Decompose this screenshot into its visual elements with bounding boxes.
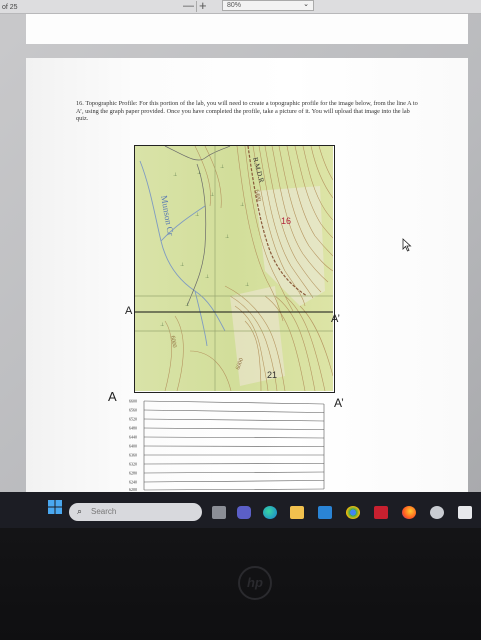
- graph-label-a: A: [108, 389, 117, 404]
- search-placeholder: Search: [91, 507, 117, 516]
- svg-text:⊥: ⊥: [205, 274, 209, 280]
- elevation-tick: 6480: [129, 426, 137, 431]
- page-count-label: of 25: [2, 4, 18, 11]
- line-point-a: A: [125, 305, 133, 317]
- section-21-label: 21: [267, 370, 277, 380]
- zoom-select[interactable]: 80% ⌄: [222, 0, 314, 11]
- windows-start-icon[interactable]: [48, 500, 62, 514]
- svg-text:⊥: ⊥: [225, 234, 229, 240]
- previous-page: [26, 14, 468, 44]
- toolbar-divider: [196, 1, 197, 12]
- chevron-down-icon: ⌄: [303, 1, 309, 8]
- firefox-icon[interactable]: [402, 506, 416, 519]
- elevation-tick: 6600: [129, 399, 137, 404]
- steam-icon[interactable]: [430, 506, 444, 519]
- elevation-tick: 6520: [129, 417, 137, 422]
- search-icon: ⌕: [77, 506, 83, 516]
- svg-text:⊥: ⊥: [195, 212, 199, 218]
- hp-logo: hp: [238, 566, 272, 600]
- svg-text:⊥: ⊥: [173, 172, 177, 178]
- monitor-icon[interactable]: [318, 506, 332, 519]
- task-view-icon[interactable]: [212, 506, 226, 519]
- pdf-viewer-window: of 25 — + 80% ⌄ 16. Topographic Profile:…: [0, 0, 481, 492]
- elevation-tick: 6320: [129, 462, 137, 467]
- line-point-a-prime: A’: [331, 313, 340, 325]
- elevation-tick: 6240: [129, 480, 137, 485]
- svg-text:⊥: ⊥: [240, 202, 244, 208]
- profile-graph-paper: 6600 6560 6520 6480 6440 6400 6360 6320 …: [126, 398, 326, 492]
- section-16-label: 16: [281, 216, 291, 226]
- svg-text:⊥: ⊥: [220, 164, 224, 170]
- question-instructions: 16. Topographic Profile: For this portio…: [76, 100, 418, 123]
- topographic-map-drawing: Munson Cr R.M.D.R 6400 6000 6000 16 21 ⊥…: [135, 146, 333, 391]
- svg-text:⊥: ⊥: [160, 322, 164, 328]
- pdf-toolbar: of 25 — + 80% ⌄: [0, 0, 481, 14]
- elevation-tick: 6280: [129, 471, 137, 476]
- elevation-tick: 6360: [129, 453, 137, 458]
- elevation-tick: 6560: [129, 408, 137, 413]
- mcafee-icon[interactable]: [374, 506, 388, 519]
- file-explorer-icon[interactable]: [290, 506, 304, 519]
- svg-text:⊥: ⊥: [185, 302, 189, 308]
- graph-label-a-prime: A’: [334, 396, 344, 410]
- elevation-tick: 6440: [129, 435, 137, 440]
- zoom-in-button[interactable]: +: [199, 0, 207, 13]
- svg-text:⊥: ⊥: [180, 262, 184, 268]
- zoom-value: 80%: [227, 2, 242, 9]
- edge-icon[interactable]: [263, 506, 277, 519]
- chrome-icon[interactable]: [346, 506, 360, 519]
- taskbar-search-box[interactable]: ⌕ Search: [69, 503, 202, 521]
- zoom-out-button[interactable]: —: [183, 0, 194, 12]
- svg-text:⊥: ⊥: [245, 282, 249, 288]
- app-icon[interactable]: [458, 506, 472, 519]
- elevation-tick: 6400: [129, 444, 137, 449]
- mouse-cursor-icon: [402, 238, 412, 252]
- svg-text:⊥: ⊥: [210, 192, 214, 198]
- photo-of-laptop-screen: of 25 — + 80% ⌄ 16. Topographic Profile:…: [0, 0, 481, 640]
- topographic-map: Munson Cr R.M.D.R 6400 6000 6000 16 21 ⊥…: [134, 145, 335, 393]
- svg-text:⊥: ⊥: [197, 170, 201, 176]
- teams-icon[interactable]: [237, 506, 251, 519]
